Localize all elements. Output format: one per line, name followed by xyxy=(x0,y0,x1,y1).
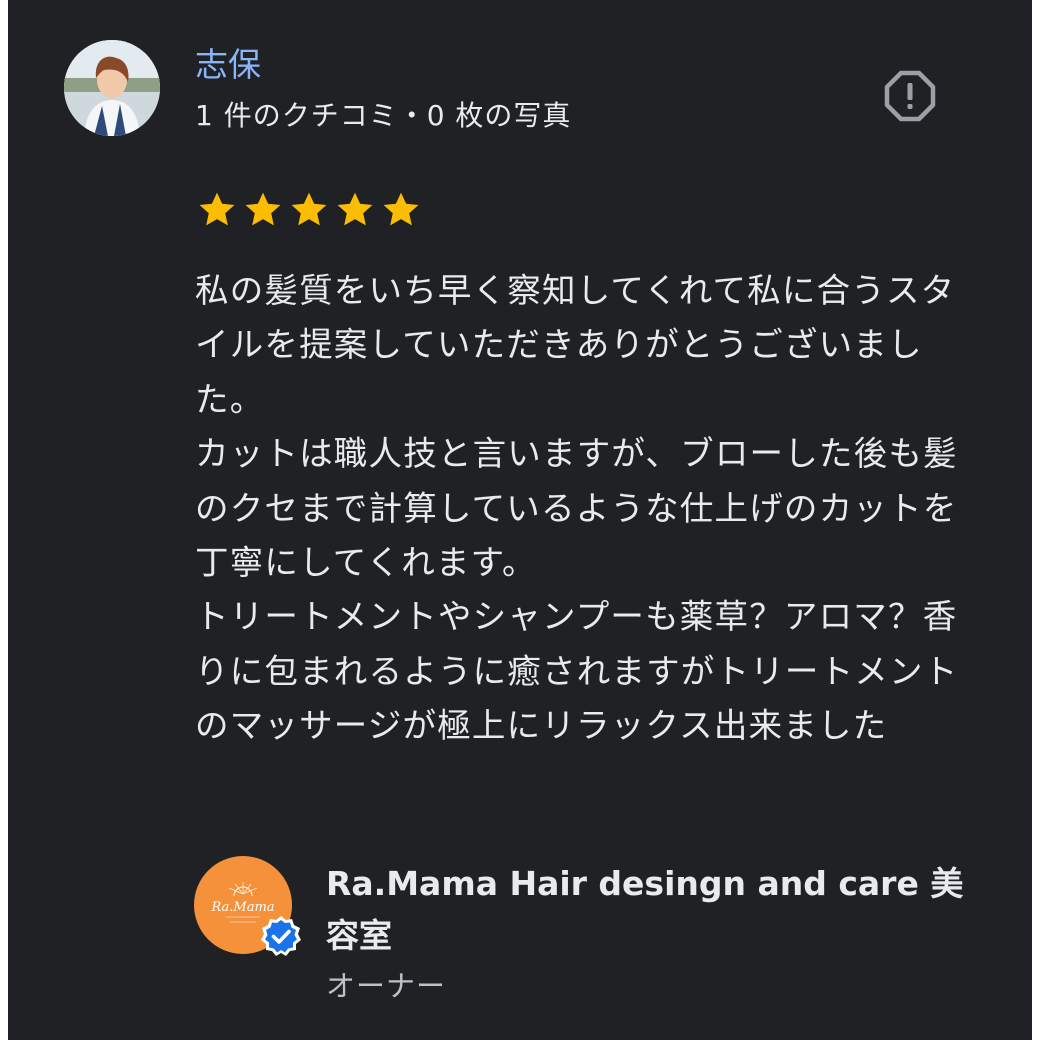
owner-name[interactable]: Ra.Mama Hair desingn and care 美容室 xyxy=(326,858,966,962)
review-card: 志保 1 件のクチコミ・0 枚の写真 私の髪質をいち早く察知してくれて私に合うス… xyxy=(8,0,1032,1040)
logo-wordmark: Ra.Mama xyxy=(210,900,274,915)
star-icon xyxy=(199,192,235,226)
star-icon xyxy=(245,192,281,226)
star-icon xyxy=(291,192,327,226)
star-icon xyxy=(383,192,419,226)
report-icon[interactable] xyxy=(884,70,936,122)
star-rating xyxy=(195,188,423,232)
verified-badge-icon xyxy=(261,916,301,956)
review-text: 私の髪質をいち早く察知してくれて私に合うスタイルを提案していただきありがとうござ… xyxy=(195,271,959,746)
owner-role: オーナー xyxy=(326,969,447,1003)
reviewer-name[interactable]: 志保 xyxy=(195,40,261,90)
star-icon xyxy=(337,192,373,226)
reviewer-meta: 1 件のクチコミ・0 枚の写真 xyxy=(195,99,572,132)
reviewer-avatar[interactable] xyxy=(64,40,160,136)
avatar-photo-icon xyxy=(64,40,160,136)
